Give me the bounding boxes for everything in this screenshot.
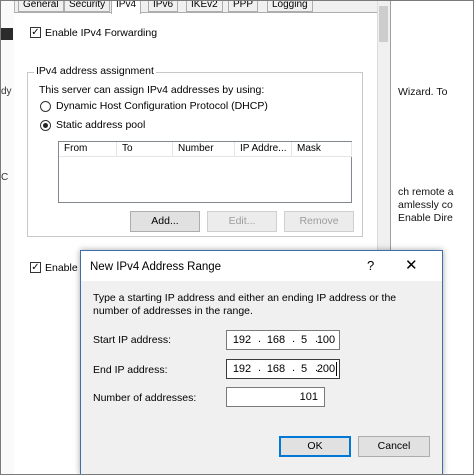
dialog-description: Type a starting IP address and either an…	[93, 292, 397, 317]
group-description: This server can assign IPv4 addresses by…	[39, 84, 265, 96]
column-number[interactable]: Number	[173, 142, 235, 157]
column-ip-address[interactable]: IP Addre...	[235, 142, 292, 157]
static-pool-radio[interactable]	[40, 120, 51, 131]
enable-second-label: Enable I	[45, 262, 84, 274]
dialog-title: New IPv4 Address Range	[90, 261, 222, 273]
end-ip-octet-1[interactable]: 192	[227, 363, 257, 375]
background-text-line: Enable Dire	[398, 212, 453, 224]
dhcp-label: Dynamic Host Configuration Protocol (DHC…	[56, 100, 268, 112]
start-ip-octet-2[interactable]: 168	[261, 334, 291, 346]
background-text-line: amlessly co	[398, 199, 453, 211]
tab-ikev2[interactable]: IKEv2	[186, 0, 223, 12]
end-ip-label: End IP address:	[93, 364, 168, 376]
tab-ipv4[interactable]: IPv4	[111, 0, 142, 14]
column-mask[interactable]: Mask	[292, 142, 352, 157]
enable-ipv4-forwarding-label: Enable IPv4 Forwarding	[45, 27, 158, 39]
text-caret	[336, 362, 337, 376]
column-to[interactable]: To	[117, 142, 173, 157]
dhcp-radio[interactable]	[40, 101, 51, 112]
background-text-fragment: C	[1, 172, 9, 183]
address-pool-list[interactable]: From To Number IP Addre... Mask	[58, 141, 352, 203]
static-pool-label: Static address pool	[56, 119, 146, 131]
tab-logging[interactable]: Logging	[267, 0, 313, 12]
tab-ppp[interactable]: PPP	[228, 0, 259, 12]
enable-second-checkbox[interactable]: ✓	[30, 262, 41, 273]
close-icon[interactable]: ✕	[405, 256, 418, 274]
number-of-addresses-input[interactable]: 101	[226, 387, 325, 407]
end-ip-input[interactable]: 192 . 168 . 5 . 200	[226, 359, 340, 379]
background-text-fragment: dy	[1, 86, 12, 97]
start-ip-label: Start IP address:	[93, 334, 172, 346]
tab-ipv6[interactable]: IPv6	[148, 0, 179, 12]
tab-general[interactable]: General	[18, 0, 64, 12]
column-from[interactable]: From	[59, 142, 117, 157]
group-title: IPv4 address assignment	[34, 65, 156, 77]
start-ip-octet-4[interactable]: 100	[311, 334, 341, 346]
background-window-left	[0, 0, 14, 475]
add-button[interactable]: Add...	[130, 211, 200, 232]
ok-button[interactable]: OK	[279, 436, 351, 457]
start-ip-octet-1[interactable]: 192	[227, 334, 257, 346]
scrollbar-thumb[interactable]	[379, 6, 388, 42]
number-of-addresses-label: Number of addresses:	[93, 392, 197, 404]
remove-button[interactable]: Remove	[284, 211, 354, 232]
help-icon[interactable]: ?	[367, 258, 374, 273]
background-title-bar	[0, 28, 13, 40]
edit-button[interactable]: Edit...	[207, 211, 277, 232]
start-ip-input[interactable]: 192 . 168 . 5 . 100	[226, 330, 340, 350]
background-text-line: Wizard. To	[398, 86, 448, 98]
background-text-line: ch remote a	[398, 186, 454, 198]
end-ip-octet-2[interactable]: 168	[261, 363, 291, 375]
enable-ipv4-forwarding-checkbox[interactable]: ✓	[30, 27, 41, 38]
tab-security[interactable]: Security	[64, 0, 111, 12]
cancel-button[interactable]: Cancel	[358, 436, 430, 457]
